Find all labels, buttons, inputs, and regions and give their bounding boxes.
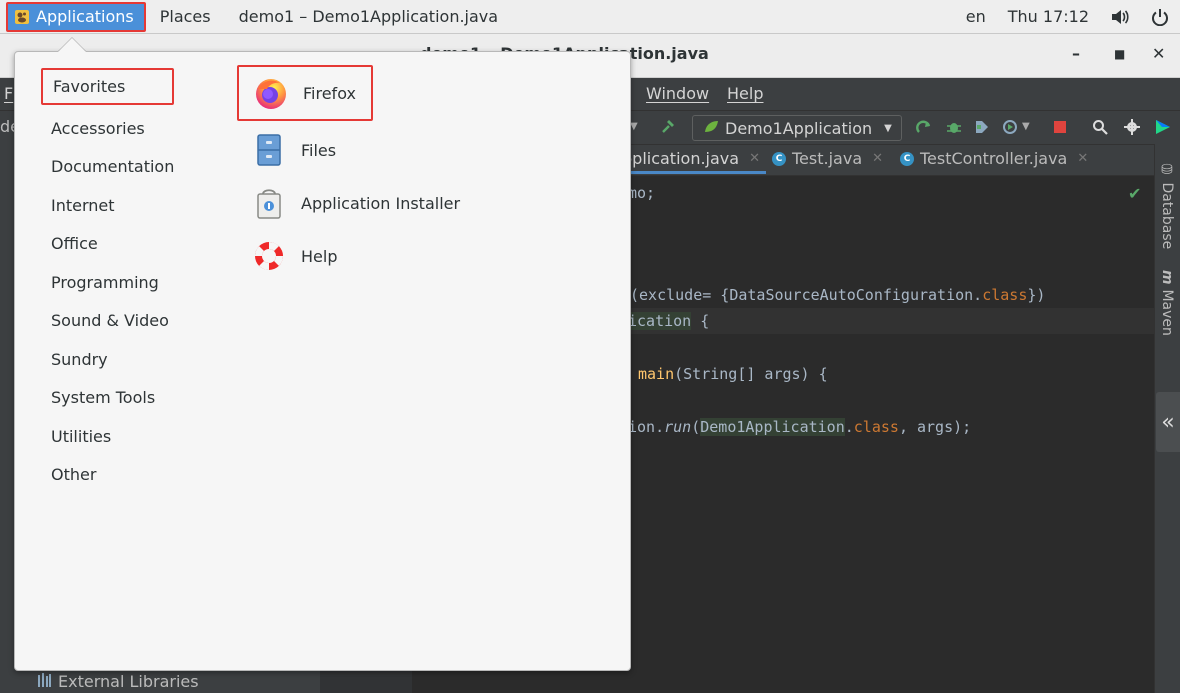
applications-label: Applications — [36, 7, 134, 26]
places-menu-button[interactable]: Places — [146, 0, 225, 34]
files-icon — [251, 132, 287, 168]
category-programming[interactable]: Programming — [51, 273, 159, 292]
tree-item-external-libraries[interactable]: External Libraries — [38, 672, 199, 691]
menu-help[interactable]: Help — [727, 84, 763, 103]
app-label: Application Installer — [301, 193, 461, 213]
dropdown-arrow-icon[interactable]: ▼ — [630, 121, 646, 137]
minimize-button[interactable]: – — [1072, 44, 1080, 63]
code-with-me-icon[interactable] — [1154, 119, 1170, 135]
menu-pointer — [58, 38, 86, 52]
maximize-button[interactable]: ■ — [1114, 47, 1125, 61]
close-icon[interactable]: ✕ — [1077, 151, 1088, 166]
no-problems-check-icon[interactable]: ✔ — [1128, 184, 1141, 203]
help-icon — [251, 238, 287, 274]
code-line-4: main(String[] args) { — [638, 365, 828, 383]
category-accessories[interactable]: Accessories — [51, 119, 145, 138]
app-firefox[interactable]: Firefox — [237, 65, 373, 121]
category-documentation[interactable]: Documentation — [51, 157, 174, 176]
app-label: Files — [301, 140, 337, 160]
stop-icon[interactable] — [1054, 121, 1066, 133]
class-icon: C — [772, 151, 786, 166]
code-line-1: mo; — [628, 184, 655, 202]
close-button[interactable]: ✕ — [1152, 44, 1165, 63]
database-icon: ⛁ — [1159, 162, 1175, 183]
tab-label: Test.java — [792, 149, 863, 168]
run-icon[interactable] — [916, 119, 932, 135]
app-label: Firefox — [303, 83, 356, 103]
class-icon: C — [900, 151, 914, 166]
category-office[interactable]: Office — [51, 234, 98, 253]
spring-boot-icon — [703, 119, 719, 138]
code-text: mo; — [628, 184, 656, 202]
collapse-panel-icon[interactable]: « — [1156, 392, 1180, 452]
applications-menu-button[interactable]: Applications — [6, 1, 146, 32]
tool-label: Database — [1159, 182, 1175, 250]
build-hammer-icon[interactable] — [660, 119, 676, 135]
code-line-2: (exclude= {DataSourceAutoConfiguration.c… — [630, 286, 1046, 304]
chevron-down-icon: ▼ — [884, 122, 892, 134]
menu-window[interactable]: Window — [646, 84, 709, 103]
category-sound-video[interactable]: Sound & Video — [51, 311, 169, 330]
profile-icon[interactable] — [1002, 119, 1018, 135]
code-line-3: ication { — [628, 312, 710, 330]
search-icon[interactable] — [1092, 119, 1108, 135]
close-icon[interactable]: ✕ — [749, 151, 760, 166]
tab-testcontroller[interactable]: C TestController.java ✕ — [900, 149, 1088, 168]
category-system-tools[interactable]: System Tools — [51, 388, 155, 407]
run-configuration-selector[interactable]: Demo1Application ▼ — [692, 115, 902, 141]
top-panel: Applications Places demo1 – Demo1Applica… — [0, 0, 1180, 34]
app-application-installer[interactable]: Application Installer — [251, 183, 460, 223]
applications-menu-popup: Favorites Accessories Documentation Inte… — [14, 51, 631, 671]
gnome-foot-icon — [14, 9, 30, 25]
tab-label: TestController.java — [920, 149, 1068, 168]
close-icon[interactable]: ✕ — [872, 151, 883, 166]
category-internet[interactable]: Internet — [51, 196, 115, 215]
category-sundry[interactable]: Sundry — [51, 350, 108, 369]
tab-demo1application[interactable]: pplication.java ✕ — [612, 149, 766, 174]
firefox-icon — [253, 75, 289, 111]
code-line-5: ion.run(Demo1Application.class, args); — [628, 418, 972, 436]
power-icon[interactable] — [1140, 0, 1180, 34]
app-files[interactable]: Files — [251, 130, 336, 170]
database-tool-button[interactable]: ⛁ Database — [1159, 162, 1175, 249]
app-installer-icon — [251, 185, 287, 221]
maven-tool-button[interactable]: m Maven — [1159, 270, 1175, 336]
maven-icon: m — [1159, 270, 1175, 290]
app-label: Help — [301, 246, 338, 266]
volume-icon[interactable] — [1100, 0, 1140, 34]
library-icon — [38, 672, 52, 691]
settings-gear-icon[interactable] — [1124, 119, 1140, 135]
tree-item-label: External Libraries — [58, 672, 199, 691]
input-language[interactable]: en — [955, 0, 997, 34]
tab-test[interactable]: C Test.java ✕ — [772, 149, 883, 168]
coverage-icon[interactable] — [974, 119, 990, 135]
active-window-title[interactable]: demo1 – Demo1Application.java — [225, 0, 512, 34]
menu-file-partial[interactable]: F — [4, 84, 13, 103]
app-help[interactable]: Help — [251, 236, 337, 276]
tab-label: pplication.java — [622, 149, 740, 168]
more-run-arrow-icon[interactable]: ▼ — [1022, 121, 1038, 137]
tool-label: Maven — [1159, 289, 1175, 336]
category-utilities[interactable]: Utilities — [51, 427, 111, 446]
clock[interactable]: Thu 17:12 — [997, 0, 1100, 34]
category-other[interactable]: Other — [51, 465, 96, 484]
category-favorites[interactable]: Favorites — [41, 68, 174, 105]
run-configuration-label: Demo1Application — [725, 118, 873, 138]
debug-bug-icon[interactable] — [946, 119, 962, 135]
